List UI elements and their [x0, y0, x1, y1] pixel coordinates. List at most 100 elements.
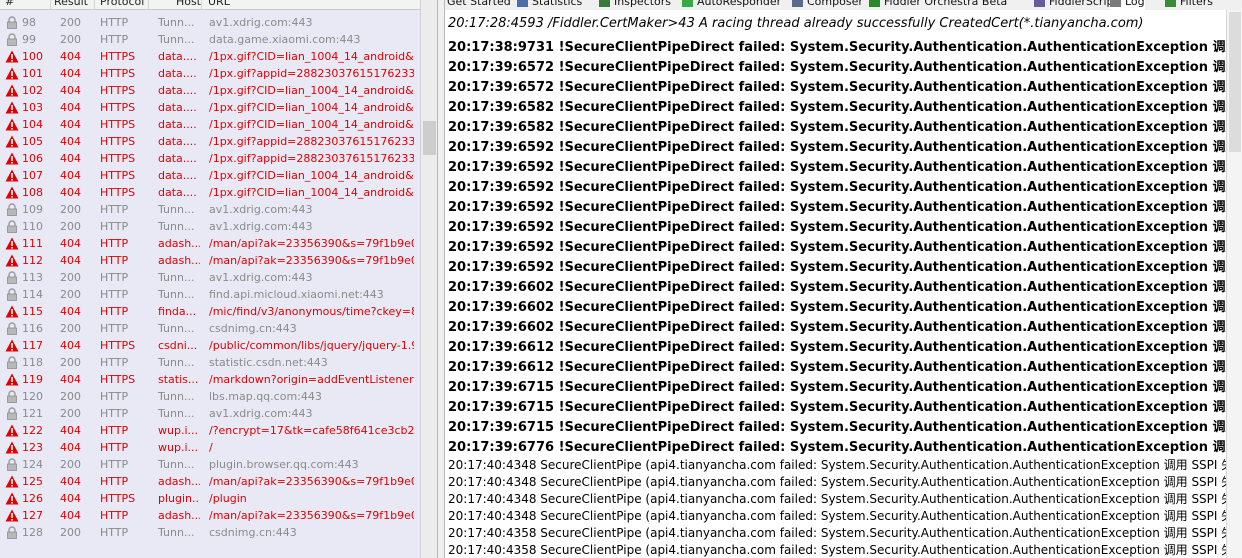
- session-row[interactable]: 103 404 HTTPS data.... /1px.gif?CID=lian_100…: [0, 99, 420, 116]
- tab-log[interactable]: Log: [1110, 0, 1145, 10]
- session-row[interactable]: 120 200 HTTP Tunn... lbs.map.qq.com:443: [0, 388, 420, 405]
- session-row[interactable]: 112 404 HTTP adash... /man/api?ak=23356390&s…: [0, 252, 420, 269]
- session-number: 104: [22, 118, 43, 131]
- session-protocol: HTTPS: [100, 373, 136, 386]
- inspectors-icon: [599, 0, 610, 7]
- column-url[interactable]: URL: [208, 0, 408, 9]
- session-number: 110: [22, 220, 43, 233]
- tab-autoresponder[interactable]: AutoResponder: [682, 0, 781, 10]
- autoresponder-icon: [682, 0, 693, 7]
- error-warning-icon: [5, 424, 19, 437]
- session-row[interactable]: 125 404 HTTP adash... /man/api?ak=23356390&s…: [0, 473, 420, 490]
- session-host: statis...: [158, 373, 199, 386]
- tab-fiddlerscript[interactable]: FiddlerScript: [1034, 0, 1118, 10]
- session-row[interactable]: 115 404 HTTP finda... /mic/find/v3/anonymous…: [0, 303, 420, 320]
- session-number: 99: [22, 33, 36, 46]
- session-number: 122: [22, 424, 43, 437]
- session-number: 116: [22, 322, 43, 335]
- composer-icon: [792, 0, 803, 7]
- tab-statistics[interactable]: Statistics: [517, 0, 582, 10]
- session-row[interactable]: 109 200 HTTP Tunn... av1.xdrig.com:443: [0, 201, 420, 218]
- session-result: 404: [60, 475, 81, 488]
- session-row[interactable]: 101 404 HTTPS data.... /1px.gif?appid=288230…: [0, 65, 420, 82]
- session-protocol: HTTPS: [100, 67, 136, 80]
- session-url: plugin.browser.qq.com:443: [209, 458, 359, 471]
- tab-label: Log: [1125, 0, 1145, 8]
- session-protocol: HTTP: [100, 305, 129, 318]
- session-row[interactable]: 105 404 HTTPS data.... /1px.gif?appid=288230…: [0, 133, 420, 150]
- session-result: 200: [60, 390, 81, 403]
- session-number: 121: [22, 407, 43, 420]
- session-row[interactable]: 111 404 HTTP adash... /man/api?ak=23356390&s…: [0, 235, 420, 252]
- session-row[interactable]: 113 200 HTTP Tunn... av1.xdrig.com:443: [0, 269, 420, 286]
- tab-fiddler-orchestra-beta[interactable]: Fiddler Orchestra Beta: [869, 0, 1007, 10]
- session-protocol: HTTPS: [100, 101, 136, 114]
- tab-composer[interactable]: Composer: [792, 0, 863, 10]
- session-protocol: HTTP: [100, 441, 129, 454]
- tab-filters[interactable]: Filters: [1165, 0, 1213, 10]
- session-result: 404: [60, 50, 81, 63]
- column-protocol[interactable]: Protocol: [100, 0, 149, 9]
- lock-tunnel-icon: [5, 16, 19, 29]
- session-url: /1px.gif?CID=lian_1004_14_android&a...: [209, 101, 414, 114]
- session-row[interactable]: 107 404 HTTPS data.... /1px.gif?CID=lian_100…: [0, 167, 420, 184]
- column-host[interactable]: Host: [174, 0, 202, 9]
- session-url: /man/api?ak=23356390&s=79f1b9e0a...: [209, 475, 414, 488]
- session-row[interactable]: 117 404 HTTPS csdni... /public/common/libs/j…: [0, 337, 420, 354]
- session-row[interactable]: 102 404 HTTPS data.... /1px.gif?CID=lian_100…: [0, 82, 420, 99]
- session-number: 108: [22, 186, 43, 199]
- session-row[interactable]: 110 200 HTTP Tunn... av1.xdrig.com:443: [0, 218, 420, 235]
- session-row[interactable]: 104 404 HTTPS data.... /1px.gif?CID=lian_100…: [0, 116, 420, 133]
- column-result[interactable]: Result: [54, 0, 95, 9]
- tab-inspectors[interactable]: Inspectors: [599, 0, 671, 10]
- session-url: /public/common/libs/jquery/jquery-1.9...…: [209, 339, 414, 352]
- session-url: av1.xdrig.com:443: [209, 203, 313, 216]
- session-row[interactable]: 99 200 HTTP Tunn... data.game.xiaomi.com:443: [0, 31, 420, 48]
- sessions-scrollbar[interactable]: [420, 0, 438, 558]
- session-row[interactable]: 122 404 HTTP wup.i... /?encrypt=17&tk=cafe58…: [0, 422, 420, 439]
- session-row[interactable]: 100 404 HTTPS data.... /1px.gif?CID=lian_100…: [0, 48, 420, 65]
- log-scrollbar-thumb[interactable]: [1229, 12, 1241, 152]
- session-result: 200: [60, 407, 81, 420]
- session-row[interactable]: 119 404 HTTPS statis... /markdown?origin=add…: [0, 371, 420, 388]
- session-row[interactable]: 106 404 HTTPS data.... /1px.gif?appid=288230…: [0, 150, 420, 167]
- session-number: 109: [22, 203, 43, 216]
- session-url: av1.xdrig.com:443: [209, 407, 313, 420]
- log-pane[interactable]: 20:17:28:4593 /Fiddler.CertMaker>43 A ra…: [445, 10, 1226, 558]
- session-url: lbs.map.qq.com:443: [209, 390, 322, 403]
- session-result: 404: [60, 84, 81, 97]
- session-row[interactable]: 121 200 HTTP Tunn... av1.xdrig.com:443: [0, 405, 420, 422]
- session-row[interactable]: 126 404 HTTPS plugin... /plugin: [0, 490, 420, 507]
- session-row[interactable]: 98 200 HTTP Tunn... av1.xdrig.com:443: [0, 14, 420, 31]
- session-row[interactable]: 123 404 HTTP wup.i... /: [0, 439, 420, 456]
- log-line: 20:17:39:6776 !SecureClientPipeDirect fa…: [448, 440, 1226, 455]
- tab-get-started[interactable]: Get Started: [447, 0, 511, 10]
- log-line: 20:17:39:6592 !SecureClientPipeDirect fa…: [448, 200, 1226, 215]
- session-url: av1.xdrig.com:443: [209, 271, 313, 284]
- session-row[interactable]: 128 200 HTTP Tunn... csdnimg.cn:443: [0, 524, 420, 541]
- session-row[interactable]: 108 404 HTTPS data.... /1px.gif?CID=lian_100…: [0, 184, 420, 201]
- sessions-scrollbar-thumb[interactable]: [423, 121, 436, 155]
- sessions-list[interactable]: # Result Protocol Host URL 98 200 HTTP Tunn…: [0, 0, 437, 558]
- session-protocol: HTTP: [100, 33, 129, 46]
- session-result: 404: [60, 509, 81, 522]
- session-row[interactable]: 124 200 HTTP Tunn... plugin.browser.qq.com:4…: [0, 456, 420, 473]
- session-protocol: HTTPS: [100, 84, 136, 97]
- error-warning-icon: [5, 67, 19, 80]
- log-scrollbar[interactable]: [1226, 10, 1242, 558]
- column-number[interactable]: #: [5, 0, 51, 9]
- session-result: 404: [60, 186, 81, 199]
- session-url: av1.xdrig.com:443: [209, 16, 313, 29]
- session-url: /1px.gif?CID=lian_1004_14_android&a...: [209, 169, 414, 182]
- session-row[interactable]: 114 200 HTTP Tunn... find.api.micloud.xiaomi…: [0, 286, 420, 303]
- session-url: /mic/find/v3/anonymous/time?ckey=8f6...: [209, 305, 414, 318]
- pane-splitter[interactable]: [437, 0, 445, 558]
- tab-label: FiddlerScript: [1049, 0, 1118, 8]
- session-number: 115: [22, 305, 43, 318]
- session-url: /1px.gif?CID=lian_1004_14_android&a...: [209, 186, 414, 199]
- session-row[interactable]: 118 200 HTTP Tunn... statistic.csdn.net:443: [0, 354, 420, 371]
- session-row[interactable]: 127 404 HTTP adash... /man/api?ak=23356390&s…: [0, 507, 420, 524]
- lock-tunnel-icon: [5, 407, 19, 420]
- session-row[interactable]: 116 200 HTTP Tunn... csdnimg.cn:443: [0, 320, 420, 337]
- filters-icon: [1165, 0, 1176, 7]
